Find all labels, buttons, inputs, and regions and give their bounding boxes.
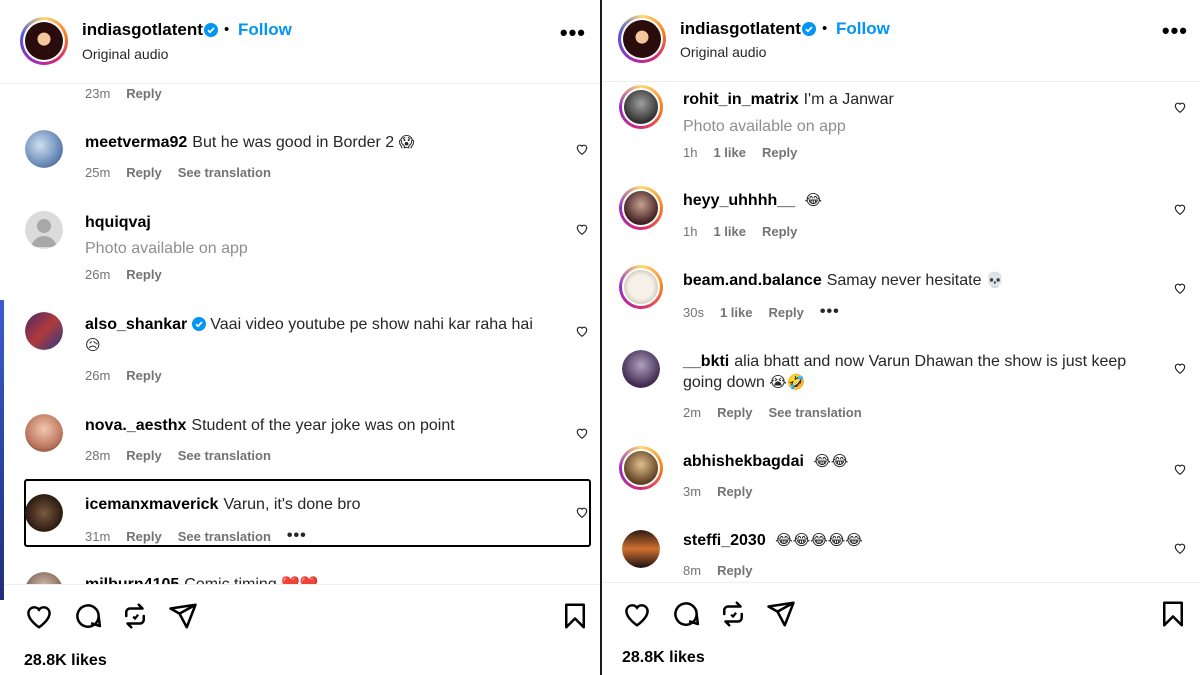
reply-button[interactable]: Reply — [717, 405, 752, 420]
profile-avatar[interactable] — [20, 17, 68, 65]
reply-button[interactable]: Reply — [126, 165, 161, 180]
heart-icon[interactable] — [575, 142, 589, 156]
audio-label[interactable]: Original audio — [680, 44, 766, 60]
comment-username[interactable]: rohit_in_matrix — [683, 91, 799, 108]
post-panel-right: indiasgotlatent • Follow Original audio … — [602, 0, 1200, 675]
comment-username[interactable]: also_shankar — [85, 316, 187, 333]
comment-username[interactable]: nova._aesthx — [85, 417, 186, 434]
post-header: indiasgotlatent • Follow Original audio … — [0, 0, 600, 84]
bookmark-icon[interactable] — [560, 601, 590, 631]
comment-username[interactable]: meetverma92 — [85, 134, 187, 151]
heart-icon[interactable] — [1173, 202, 1187, 216]
likes-count[interactable]: 28.8K likes — [622, 649, 705, 667]
comment-username[interactable]: beam.and.balance — [683, 272, 822, 289]
reply-button[interactable]: Reply — [126, 86, 161, 101]
follow-button[interactable]: Follow — [836, 19, 890, 39]
see-translation-button[interactable]: See translation — [768, 405, 861, 420]
comments-list[interactable]: 23m Reply meetverma92 But he was good in … — [0, 84, 600, 584]
reply-button[interactable]: Reply — [717, 484, 752, 499]
profile-avatar[interactable] — [618, 15, 666, 63]
comment-username[interactable]: milburn4105 — [85, 576, 179, 584]
avatar[interactable] — [622, 530, 660, 568]
more-icon[interactable]: ••• — [1162, 20, 1188, 42]
post-header: indiasgotlatent • Follow Original audio … — [602, 0, 1200, 82]
likes-count[interactable]: 1 like — [713, 224, 746, 239]
avatar[interactable] — [25, 312, 63, 350]
see-translation-button[interactable]: See translation — [178, 165, 271, 180]
verified-icon — [802, 22, 816, 36]
comment-username[interactable]: __bkti — [683, 353, 729, 370]
audio-label[interactable]: Original audio — [82, 46, 168, 62]
window-edge-decoration — [0, 300, 4, 600]
avatar[interactable] — [619, 446, 663, 490]
avatar[interactable] — [25, 130, 63, 168]
repost-icon[interactable] — [120, 601, 150, 631]
photo-placeholder-text: Photo available on app — [683, 118, 846, 135]
heart-icon[interactable] — [1173, 462, 1187, 476]
post-panel-left: indiasgotlatent • Follow Original audio … — [0, 0, 600, 675]
profile-username[interactable]: indiasgotlatent — [82, 20, 203, 40]
likes-count[interactable]: 1 like — [713, 145, 746, 160]
comment-icon[interactable] — [671, 599, 701, 629]
heart-icon[interactable] — [622, 599, 652, 629]
comments-list[interactable]: rohit_in_matrix I'm a Janwar Photo availa… — [602, 82, 1200, 582]
comment-username[interactable]: steffi_2030 — [683, 532, 766, 549]
verified-icon — [192, 317, 207, 331]
heart-icon[interactable] — [575, 324, 589, 338]
reply-button[interactable]: Reply — [769, 305, 804, 320]
verified-icon — [204, 23, 218, 37]
reply-button[interactable]: Reply — [126, 368, 161, 383]
reply-button[interactable]: Reply — [126, 529, 161, 544]
heart-icon[interactable] — [24, 601, 54, 631]
share-icon[interactable] — [766, 599, 796, 629]
avatar[interactable] — [25, 494, 63, 532]
comment-username[interactable]: abhishekbagdai — [683, 453, 804, 470]
more-icon[interactable]: ••• — [560, 22, 586, 44]
heart-icon[interactable] — [1173, 541, 1187, 555]
header-separator: • — [822, 20, 828, 37]
avatar[interactable] — [25, 211, 63, 249]
avatar[interactable] — [25, 414, 63, 452]
reply-button[interactable]: Reply — [762, 224, 797, 239]
reply-button[interactable]: Reply — [126, 267, 161, 282]
heart-icon[interactable] — [575, 222, 589, 236]
heart-icon[interactable] — [575, 426, 589, 440]
profile-username[interactable]: indiasgotlatent — [680, 19, 801, 39]
reply-button[interactable]: Reply — [762, 145, 797, 160]
repost-icon[interactable] — [718, 599, 748, 629]
see-translation-button[interactable]: See translation — [178, 529, 271, 544]
follow-button[interactable]: Follow — [238, 20, 292, 40]
likes-count[interactable]: 28.8K likes — [24, 652, 107, 670]
bookmark-icon[interactable] — [1158, 599, 1188, 629]
header-separator: • — [224, 21, 230, 38]
comment-username[interactable]: hquiqvaj — [85, 214, 151, 231]
avatar[interactable] — [619, 186, 663, 230]
comment-username[interactable]: icemanxmaverick — [85, 496, 218, 513]
see-translation-button[interactable]: See translation — [178, 448, 271, 463]
heart-icon[interactable] — [575, 505, 589, 519]
more-icon[interactable]: ••• — [820, 303, 840, 321]
more-icon[interactable]: ••• — [287, 527, 307, 545]
heart-icon[interactable] — [1173, 281, 1187, 295]
avatar[interactable] — [619, 265, 663, 309]
comment-meta: 23m Reply — [85, 86, 162, 101]
reply-button[interactable]: Reply — [126, 448, 161, 463]
reply-button[interactable]: Reply — [717, 563, 752, 578]
photo-placeholder-text: Photo available on app — [85, 240, 248, 257]
likes-count[interactable]: 1 like — [720, 305, 753, 320]
comment-icon[interactable] — [73, 601, 103, 631]
avatar[interactable] — [619, 85, 663, 129]
heart-icon[interactable] — [1173, 361, 1187, 375]
post-actions-bar: 28.8K likes — [0, 584, 600, 675]
avatar[interactable] — [622, 350, 660, 388]
heart-icon[interactable] — [1173, 100, 1187, 114]
avatar[interactable] — [25, 572, 63, 584]
post-actions-bar: 28.8K likes — [602, 582, 1200, 673]
comment-username[interactable]: heyy_uhhhh__ — [683, 192, 795, 209]
share-icon[interactable] — [168, 601, 198, 631]
